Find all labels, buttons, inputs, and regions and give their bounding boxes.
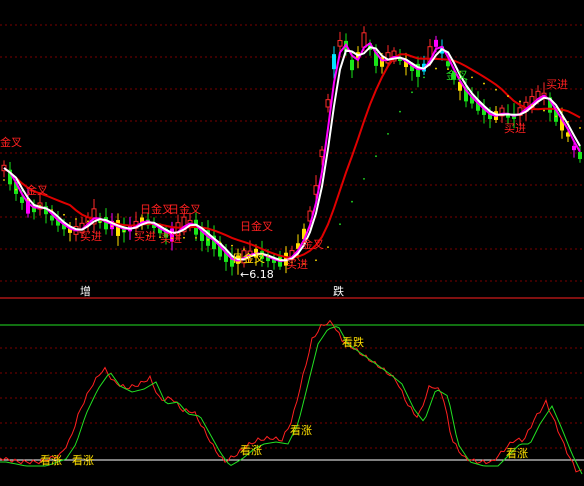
osc-label: 看涨 — [290, 423, 312, 437]
signal-label: 买进 — [80, 230, 102, 243]
trend-dot — [51, 209, 53, 211]
trend-dot — [495, 88, 497, 91]
signal-label: 日金叉 — [232, 251, 265, 265]
trend-dot — [423, 76, 425, 79]
signal-label: 买进 — [504, 122, 526, 135]
candle-body — [350, 59, 354, 71]
trend-dot — [195, 236, 197, 239]
signal-label: 日金叉 — [240, 219, 273, 233]
trend-dot — [543, 109, 545, 112]
osc-label: 看涨 — [506, 446, 528, 460]
trend-dot — [483, 82, 485, 85]
trend-dot — [567, 120, 569, 123]
strip-label-right: 跌 — [333, 284, 344, 298]
candle-body — [20, 197, 24, 203]
candle-body — [578, 151, 582, 160]
candle-body — [325, 99, 331, 108]
trend-dot — [555, 115, 557, 118]
price-marker: ←6.18 — [240, 268, 274, 281]
trend-dot — [123, 230, 125, 233]
candle-body — [434, 39, 438, 47]
trend-dot — [231, 244, 233, 247]
trend-dot — [99, 221, 101, 224]
signal-label: 买进 — [546, 78, 568, 91]
strip-label-left: 增 — [80, 284, 91, 298]
trend-dot — [435, 67, 437, 70]
trend-dot — [471, 76, 473, 79]
candle-body — [332, 54, 336, 70]
trend-dot — [111, 225, 113, 228]
trend-dot — [315, 259, 317, 262]
trend-dot — [3, 179, 5, 181]
trend-dot — [411, 91, 413, 94]
signal-label: 金叉 — [302, 237, 324, 251]
stock-chart[interactable]: 金叉 金叉 买进 日金叉 日金叉 买进 买进 日金叉 日金叉 ←6.18 金叉 … — [0, 0, 584, 486]
signal-label: 日金叉 — [168, 202, 201, 216]
trend-dot — [351, 200, 353, 203]
signal-label: 买进 — [134, 230, 156, 243]
trend-dot — [63, 213, 65, 216]
signal-label: 买进 — [160, 232, 182, 245]
candle-body — [361, 32, 367, 48]
trend-dot — [375, 155, 377, 158]
osc-label: 看涨 — [240, 443, 262, 457]
trend-dot — [243, 248, 245, 251]
trend-dot — [15, 188, 17, 191]
candle-body — [572, 145, 576, 151]
osc-label: 看跌 — [342, 335, 364, 349]
trend-dot — [27, 198, 29, 201]
trend-dot — [339, 223, 341, 226]
signal-label: 买进 — [286, 258, 308, 271]
signal-label: 金叉 — [26, 183, 48, 197]
trend-dot — [267, 255, 269, 257]
signal-label: 金叉 — [0, 135, 22, 149]
trend-dot — [279, 257, 281, 260]
trend-dot — [39, 204, 41, 207]
trend-dot — [207, 238, 209, 241]
trend-dot — [531, 104, 533, 107]
trend-dot — [219, 241, 221, 244]
signal-label: 金叉 — [446, 68, 468, 82]
osc-label: 看涨 — [72, 453, 94, 467]
trend-dot — [183, 236, 185, 239]
trend-dot — [363, 177, 365, 180]
trend-dot — [387, 132, 389, 135]
trend-dot — [87, 220, 89, 223]
osc-label: 看涨 — [40, 453, 62, 467]
trend-dot — [327, 246, 329, 249]
trend-dot — [519, 100, 521, 103]
trend-dot — [579, 127, 581, 129]
trend-dot — [507, 95, 509, 97]
trend-dot — [399, 110, 401, 113]
trend-dot — [75, 218, 77, 220]
candle-body — [337, 40, 343, 47]
